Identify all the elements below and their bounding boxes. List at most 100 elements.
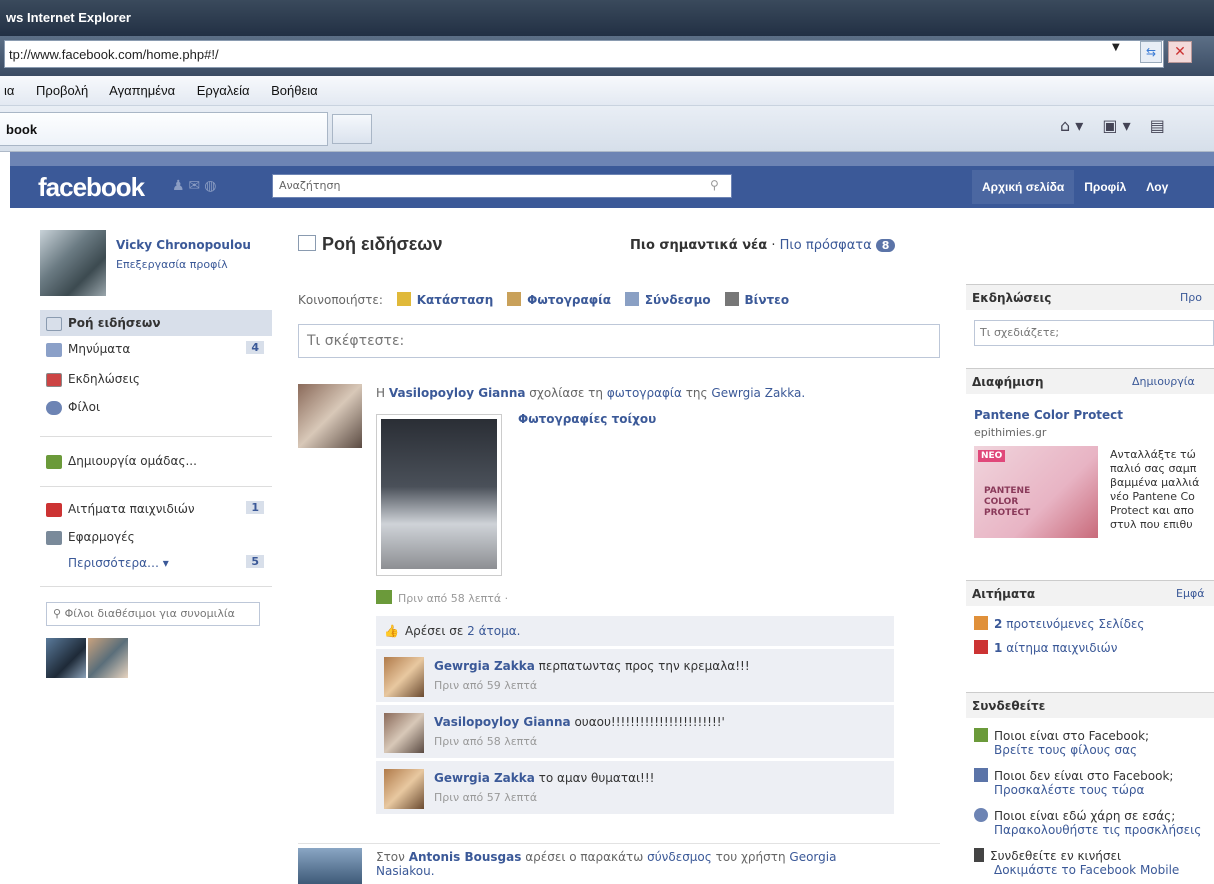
comment-avatar[interactable] [384, 657, 424, 697]
story-avatar[interactable] [298, 848, 362, 884]
sidebar-item-messages[interactable]: Μηνύματα 4 [40, 336, 272, 362]
album-link[interactable]: Φωτογραφίες τοίχου [518, 412, 656, 426]
comment-time: Πριν από 57 λεπτά [434, 791, 538, 804]
feed-story: Στον Antonis Bousgas αρέσει ο παρακάτω σ… [298, 848, 940, 884]
request-item[interactable]: 2 προτεινόμενες Σελίδες [974, 616, 1144, 631]
actor-link[interactable]: Antonis Bousgas [409, 850, 522, 864]
events-link[interactable]: Προ [1180, 291, 1202, 304]
mobile-icon [974, 848, 984, 862]
story-photo[interactable] [376, 414, 502, 576]
video-icon [724, 292, 739, 306]
likes-row: 👍 Αρέσει σε 2 άτομα. [376, 616, 894, 646]
chat-friend-avatar[interactable] [88, 638, 128, 678]
fb-notification-icons[interactable]: ♟✉◍ [172, 178, 221, 194]
refresh-icon[interactable]: ⇆ [1140, 41, 1162, 63]
connect-item[interactable]: Ποιοι είναι στο Facebook; Βρείτε τους φίλ… [974, 728, 1149, 757]
comment-time: Πριν από 59 λεπτά [434, 679, 538, 692]
status-input[interactable]: Τι σκέφτεστε: [298, 324, 940, 358]
create-ad-link[interactable]: Δημιουργία [1132, 375, 1195, 388]
nav-home[interactable]: Αρχική σελίδα [972, 170, 1075, 204]
story-avatar[interactable] [298, 384, 362, 448]
messages-icon [46, 342, 62, 357]
tab-bar: book ⌂ ▾ ▣ ▾ ▤ [0, 106, 1214, 152]
comment-avatar[interactable] [384, 713, 424, 753]
comment-author[interactable]: Gewrgia Zakka [434, 659, 535, 673]
story-text: Στον Antonis Bousgas αρέσει ο παρακάτω σ… [376, 850, 837, 878]
fb-logo[interactable]: facebook [38, 172, 145, 203]
fb-header: facebook ♟✉◍ Αναζήτηση ⚲ Αρχική σελίδα Πρ… [10, 152, 1214, 208]
ad-box: Διαφήμιση Δημιουργία Pantene Color Protec… [966, 368, 1214, 568]
events-input[interactable]: Τι σχεδιάζετε; [974, 320, 1214, 346]
find-friends-icon [974, 728, 988, 742]
chat-friend-avatar[interactable] [46, 638, 86, 678]
menu-help[interactable]: Βοήθεια [271, 83, 318, 98]
share-link[interactable]: Σύνδεσμο [645, 293, 711, 307]
connect-item[interactable]: Ποιοι δεν είναι στο Facebook; Προσκαλέστε… [974, 768, 1173, 797]
pages-icon [974, 616, 988, 630]
newsfeed-icon [46, 316, 62, 331]
comment: Gewrgia Zakka περπατωντας προς την κρεμα… [376, 648, 894, 702]
top-nav: Αρχική σελίδα Προφίλ Λογ [972, 170, 1178, 206]
menu-tools[interactable]: Εργαλεία [197, 83, 250, 98]
sort-top-news[interactable]: Πιο σημαντικά νέα [630, 238, 767, 253]
chat-search-input[interactable]: ⚲ Φίλοι διαθέσιμοι για συνομιλία [46, 602, 260, 626]
photo-link[interactable]: φωτογραφία [607, 386, 682, 400]
sidebar-item-newsfeed[interactable]: Ροή ειδήσεων [40, 310, 272, 336]
menu-file[interactable]: ια [4, 83, 14, 98]
link-link[interactable]: σύνδεσμος [647, 850, 712, 864]
share-photo[interactable]: Φωτογραφία [527, 293, 611, 307]
target-link[interactable]: Georgia [789, 850, 836, 864]
ad-badge: ΝΕΟ [978, 450, 1006, 462]
sidebar-item-more[interactable]: Περισσότερα… ▾ 5 [40, 550, 272, 576]
feed-story: Η Vasilopoyloy Gianna σχολίασε τη φωτογρ… [298, 384, 940, 844]
target-link[interactable]: Gewrgia Zakka. [711, 386, 805, 400]
avatar[interactable] [40, 230, 106, 296]
menu-view[interactable]: Προβολή [36, 83, 88, 98]
stop-icon[interactable]: ✕ [1168, 41, 1192, 63]
home-icon[interactable]: ⌂ ▾ [1060, 116, 1083, 135]
print-icon[interactable]: ▤ [1150, 116, 1165, 135]
likes-link[interactable]: 2 άτομα. [467, 624, 520, 638]
chevron-down-icon[interactable]: ▼ [1112, 42, 1120, 53]
sidebar-item-events[interactable]: Εκδηλώσεις [40, 366, 272, 392]
profile-name[interactable]: Vicky Chronopoulou [116, 238, 251, 252]
comment-time: Πριν από 58 λεπτά [434, 735, 538, 748]
connect-item[interactable]: Συνδεθείτε εν κινήσει Δοκιμάστε το Facebo… [974, 848, 1179, 877]
ad-image[interactable]: ΝΕΟ PANTENE COLOR PROTECT [974, 446, 1098, 538]
target-link[interactable]: Nasiakou. [376, 864, 435, 878]
ad-title[interactable]: Pantene Color Protect [974, 408, 1123, 422]
sidebar-item-game-requests[interactable]: Αιτήματα παιχνιδιών 1 [40, 496, 272, 522]
address-input[interactable]: tp://www.facebook.com/home.php#!/ [4, 40, 1164, 68]
sidebar-item-friends[interactable]: Φίλοι [40, 394, 272, 420]
requests-link[interactable]: Εμφά [1176, 587, 1204, 600]
sidebar-item-create-group[interactable]: Δημιουργία ομάδας... [40, 448, 272, 474]
ad-text: Ανταλλάξτε τώ παλιό σας σαμπ βαμμένα μαλ… [1110, 448, 1200, 531]
game-requests-icon [46, 502, 62, 517]
edit-profile-link[interactable]: Επεξεργασία προφίλ [116, 258, 228, 271]
share-status[interactable]: Κατάσταση [417, 293, 494, 307]
tab-facebook[interactable]: book [0, 112, 328, 146]
nav-profile[interactable]: Προφίλ [1074, 170, 1136, 204]
group-icon [46, 454, 62, 469]
connect-item[interactable]: Ποιοι είναι εδώ χάρη σε εσάς; Παρακολουθή… [974, 808, 1201, 837]
search-icon[interactable]: ⚲ [710, 178, 719, 192]
rss-icon[interactable]: ▣ ▾ [1102, 116, 1130, 135]
friends-icon [974, 808, 988, 822]
request-item[interactable]: 1 αίτημα παιχνιδιών [974, 640, 1117, 655]
share-video[interactable]: Βίντεο [745, 293, 790, 307]
page-title: Ροή ειδήσεων [298, 234, 443, 255]
nav-account[interactable]: Λογ [1136, 170, 1178, 204]
sidebar-item-applications[interactable]: Εφαρμογές [40, 524, 272, 550]
share-bar: Κοινοποιήστε: Κατάσταση Φωτογραφία Σύνδε… [298, 292, 790, 307]
search-input[interactable]: Αναζήτηση [272, 174, 732, 198]
comment-avatar[interactable] [384, 769, 424, 809]
sort-recent[interactable]: Πιο πρόσφατα [780, 238, 872, 253]
new-tab-button[interactable] [332, 114, 372, 144]
comment-author[interactable]: Vasilopoyloy Gianna [434, 715, 571, 729]
menu-favorites[interactable]: Αγαπημένα [109, 83, 175, 98]
requests-box: Αιτήματα Εμφά 2 προτεινόμενες Σελίδες 1 α… [966, 580, 1214, 680]
comment-author[interactable]: Gewrgia Zakka [434, 771, 535, 785]
connect-box: Συνδεθείτε Ποιοι είναι στο Facebook; Βρεί… [966, 692, 1214, 884]
actor-link[interactable]: Vasilopoyloy Gianna [389, 386, 526, 400]
search-icon: ⚲ [53, 607, 65, 620]
